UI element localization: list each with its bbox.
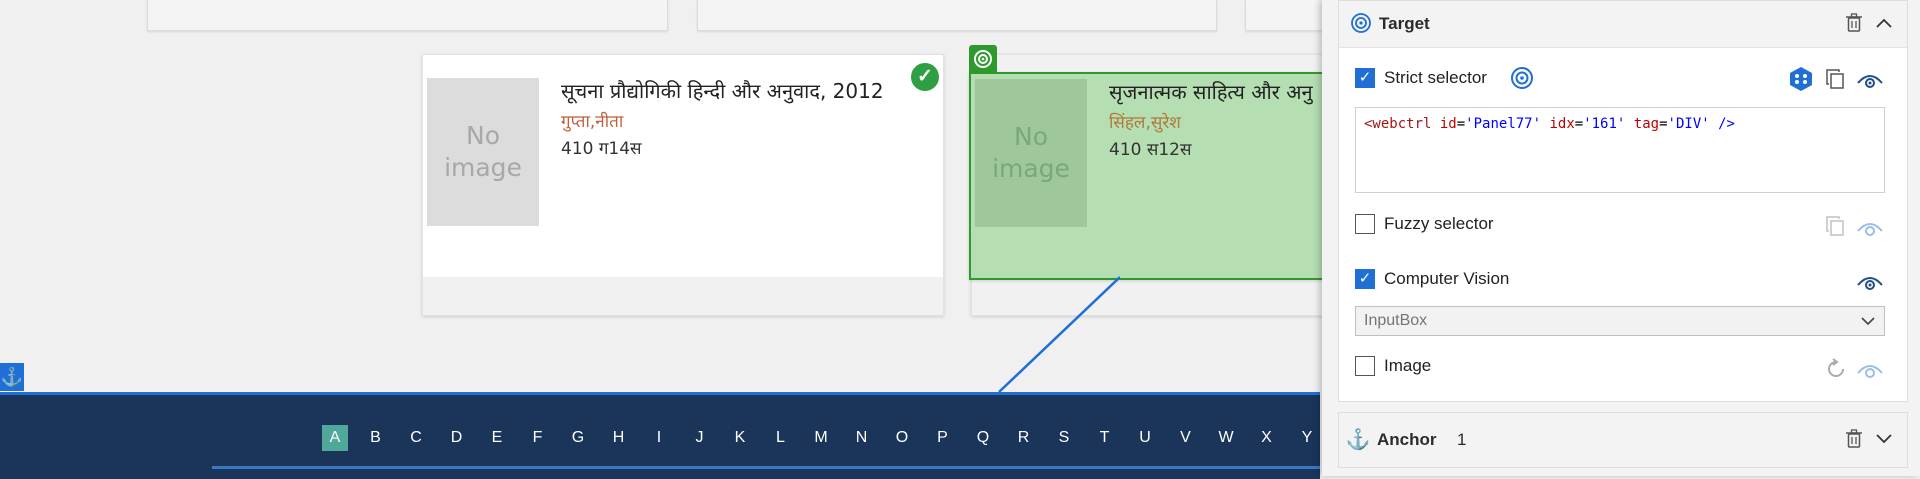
target-section: Target ✓ Strict selector <webctrl id='Pa… — [1338, 0, 1908, 402]
image-checkbox[interactable] — [1355, 356, 1375, 376]
book-call-number: 410 स12स — [1109, 140, 1192, 160]
alphabet-letter-l[interactable]: L — [768, 425, 794, 451]
alphabet-letter-x[interactable]: X — [1254, 425, 1280, 451]
eye-icon[interactable] — [1855, 269, 1885, 293]
alphabet-nav-bar: ABCDEFGHIJKLMNOPQRSTUVWXY — [0, 392, 1320, 479]
strict-selector-label: Strict selector — [1384, 68, 1487, 87]
alphabet-letter-f[interactable]: F — [525, 425, 551, 451]
fuzzy-selector-checkbox[interactable] — [1355, 214, 1375, 234]
alphabet-letter-d[interactable]: D — [444, 425, 470, 451]
strict-selector-checkbox[interactable]: ✓ — [1355, 68, 1375, 88]
eye-icon[interactable] — [1855, 67, 1885, 91]
trash-icon[interactable] — [1843, 12, 1865, 34]
target-icon — [1349, 11, 1373, 35]
copy-icon[interactable] — [1823, 67, 1847, 91]
alphabet-letter-n[interactable]: N — [849, 425, 875, 451]
no-image-placeholder: No image — [975, 79, 1087, 227]
alphabet-letter-o[interactable]: O — [889, 425, 915, 451]
alphabet-letter-s[interactable]: S — [1051, 425, 1077, 451]
book-card[interactable]: No image सूचना प्रौद्योगिकी हिन्दी और अन… — [422, 54, 944, 316]
strict-selector-editor[interactable]: <webctrl id='Panel77' idx='161' tag='DIV… — [1355, 107, 1885, 193]
background-card — [1245, 0, 1327, 31]
book-title[interactable]: सूचना प्रौद्योगिकी हिन्दी और अनुवाद, 201… — [561, 77, 884, 104]
chevron-down-icon[interactable] — [1873, 428, 1895, 450]
target-icon — [969, 45, 997, 73]
alphabet-letter-v[interactable]: V — [1173, 425, 1199, 451]
alphabet-letter-a[interactable]: A — [322, 425, 348, 451]
anchor-section-title: Anchor — [1377, 430, 1437, 449]
alphabet-letter-h[interactable]: H — [606, 425, 632, 451]
fuzzy-selector-label: Fuzzy selector — [1384, 214, 1494, 233]
computer-vision-label: Computer Vision — [1384, 269, 1510, 288]
eye-icon — [1855, 357, 1885, 381]
alphabet-letter-j[interactable]: J — [687, 425, 713, 451]
anchor-section[interactable]: ⚓ Anchor 1 — [1338, 412, 1908, 468]
alphabet-letter-t[interactable]: T — [1092, 425, 1118, 451]
eye-icon — [1855, 215, 1885, 239]
check-icon: ✓ — [909, 61, 941, 93]
refresh-icon — [1823, 356, 1849, 382]
computer-vision-checkbox[interactable]: ✓ — [1355, 269, 1375, 289]
alphabet-letter-r[interactable]: R — [1011, 425, 1037, 451]
anchor-count: 1 — [1457, 430, 1467, 449]
target-section-title: Target — [1379, 14, 1430, 33]
anchor-icon[interactable]: ⚓ — [0, 363, 24, 391]
alphabet-letter-m[interactable]: M — [808, 425, 834, 451]
alphabet-letter-p[interactable]: P — [930, 425, 956, 451]
alphabet-letter-w[interactable]: W — [1213, 425, 1239, 451]
card-footer — [423, 277, 943, 315]
copy-icon — [1823, 214, 1847, 238]
book-author[interactable]: सिंहल,सुरेश — [1109, 110, 1181, 133]
trash-icon[interactable] — [1843, 428, 1865, 450]
anchor-connector-line — [998, 276, 1120, 393]
scroll-indicator — [212, 466, 1320, 469]
alphabet-letter-b[interactable]: B — [363, 425, 389, 451]
alphabet-letter-c[interactable]: C — [403, 425, 429, 451]
book-call-number: 410 ग14स — [561, 139, 642, 159]
no-image-placeholder: No image — [427, 78, 539, 226]
alphabet-letter-q[interactable]: Q — [970, 425, 996, 451]
background-card — [697, 0, 1217, 31]
chevron-down-icon — [1860, 315, 1876, 327]
alphabet-letter-u[interactable]: U — [1132, 425, 1158, 451]
selector-editor-icon[interactable] — [1788, 65, 1814, 93]
image-label: Image — [1384, 356, 1432, 375]
selector-panel: Target ✓ Strict selector <webctrl id='Pa… — [1322, 0, 1920, 476]
chevron-up-icon[interactable] — [1873, 12, 1895, 34]
alphabet-letter-y[interactable]: Y — [1294, 425, 1320, 451]
background-card — [147, 0, 668, 31]
alphabet-letter-g[interactable]: G — [565, 425, 591, 451]
target-icon[interactable] — [1509, 65, 1535, 91]
anchor-icon: ⚓ — [1345, 428, 1371, 451]
alphabet-letter-k[interactable]: K — [727, 425, 753, 451]
highlighted-target-element[interactable]: No image सृजनात्मक साहित्य और अनु सिंहल,… — [969, 72, 1333, 280]
book-author[interactable]: गुप्ता,नीता — [561, 109, 623, 132]
target-section-header[interactable]: Target — [1339, 1, 1907, 48]
alphabet-letter-e[interactable]: E — [484, 425, 510, 451]
computer-vision-type-select[interactable]: InputBox — [1355, 306, 1885, 336]
alphabet-letter-i[interactable]: I — [646, 425, 672, 451]
alphabet-letters: ABCDEFGHIJKLMNOPQRSTUVWXY — [322, 425, 1335, 451]
book-title[interactable]: सृजनात्मक साहित्य और अनु — [1109, 78, 1313, 105]
